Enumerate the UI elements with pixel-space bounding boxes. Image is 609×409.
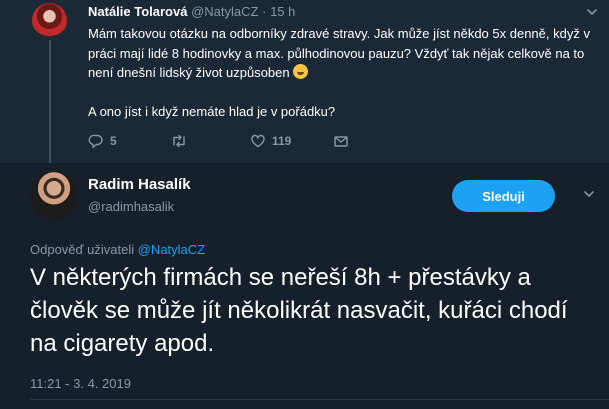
tweet-timestamp[interactable]: 11:21 - 3. 4. 2019 xyxy=(30,376,131,391)
author-name[interactable]: Natálie Tolarová xyxy=(88,4,187,19)
reply-count: 5 xyxy=(110,134,117,148)
replying-to: Odpověď uživateli @NatylaCZ xyxy=(30,242,205,257)
chevron-down-icon[interactable] xyxy=(585,5,599,19)
avatar[interactable] xyxy=(32,3,67,38)
reply-mention-link[interactable]: @NatylaCZ xyxy=(138,242,205,257)
following-button[interactable]: Sleduji xyxy=(452,180,555,212)
reply-button[interactable]: 5 xyxy=(88,133,117,149)
author-handle[interactable]: @NatylaCZ xyxy=(191,4,258,19)
dm-button[interactable] xyxy=(333,133,349,149)
tweet-text: V některých firmách se neřeší 8h + přest… xyxy=(30,264,568,357)
main-tweet: Radim Hasalík @radimhasalik Sleduji Odpo… xyxy=(0,163,609,409)
like-icon xyxy=(251,134,265,148)
dm-icon xyxy=(334,136,348,147)
retweet-button[interactable] xyxy=(170,133,194,149)
chevron-down-icon[interactable] xyxy=(582,187,596,201)
author-name[interactable]: Radim Hasalík xyxy=(88,176,191,193)
like-button[interactable]: 119 xyxy=(250,133,291,149)
tweet-text: Mám takovou otázku na odborníky zdravé s… xyxy=(88,24,593,122)
like-count: 119 xyxy=(272,134,292,148)
tweet-time[interactable]: 15 h xyxy=(270,4,295,19)
separator: · xyxy=(262,4,267,19)
tweet-header: Natálie Tolarová @NatylaCZ · 15 h xyxy=(88,4,295,19)
thread-line xyxy=(49,40,51,163)
retweet-icon xyxy=(173,134,185,148)
tweet-text-line: A ono jíst i když nemáte hlad je v pořád… xyxy=(88,104,336,119)
reply-prefix: Odpověď uživateli xyxy=(30,242,135,257)
divider xyxy=(30,399,609,400)
parent-tweet[interactable]: Natálie Tolarová @NatylaCZ · 15 h Mám ta… xyxy=(0,0,609,163)
reply-icon xyxy=(88,134,103,148)
tweet-text-line: Mám takovou otázku na odborníky zdravé s… xyxy=(88,26,590,80)
sweat-smile-emoji-icon xyxy=(293,64,309,79)
avatar[interactable] xyxy=(30,172,78,220)
author-handle[interactable]: @radimhasalik xyxy=(88,199,174,214)
